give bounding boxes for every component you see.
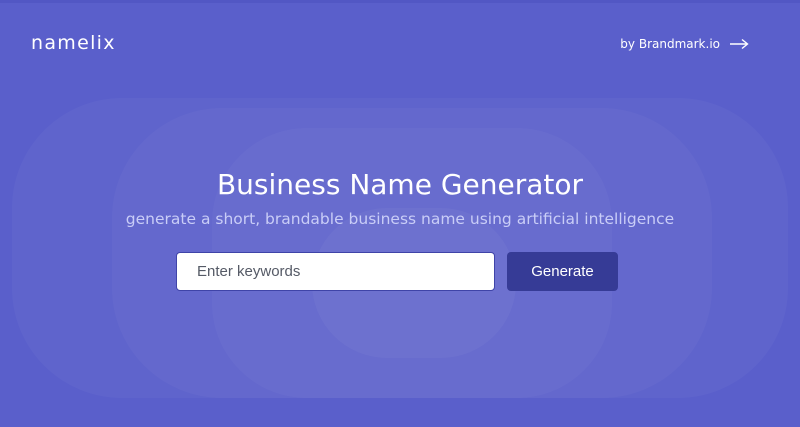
hero-section: namelix by Brandmark.io Business Name Ge…	[0, 0, 800, 427]
generate-button[interactable]: Generate	[507, 252, 618, 291]
page-title: Business Name Generator	[216, 168, 584, 201]
bottom-band	[0, 398, 800, 427]
arrow-right-icon	[729, 38, 749, 50]
brandmark-link-label: by Brandmark.io	[620, 37, 720, 51]
page-subtitle: generate a short, brandable business nam…	[125, 210, 675, 228]
logo[interactable]: namelix	[31, 31, 116, 55]
top-divider	[0, 0, 800, 3]
brandmark-link[interactable]: by Brandmark.io	[620, 35, 749, 53]
keywords-input[interactable]	[176, 252, 495, 291]
